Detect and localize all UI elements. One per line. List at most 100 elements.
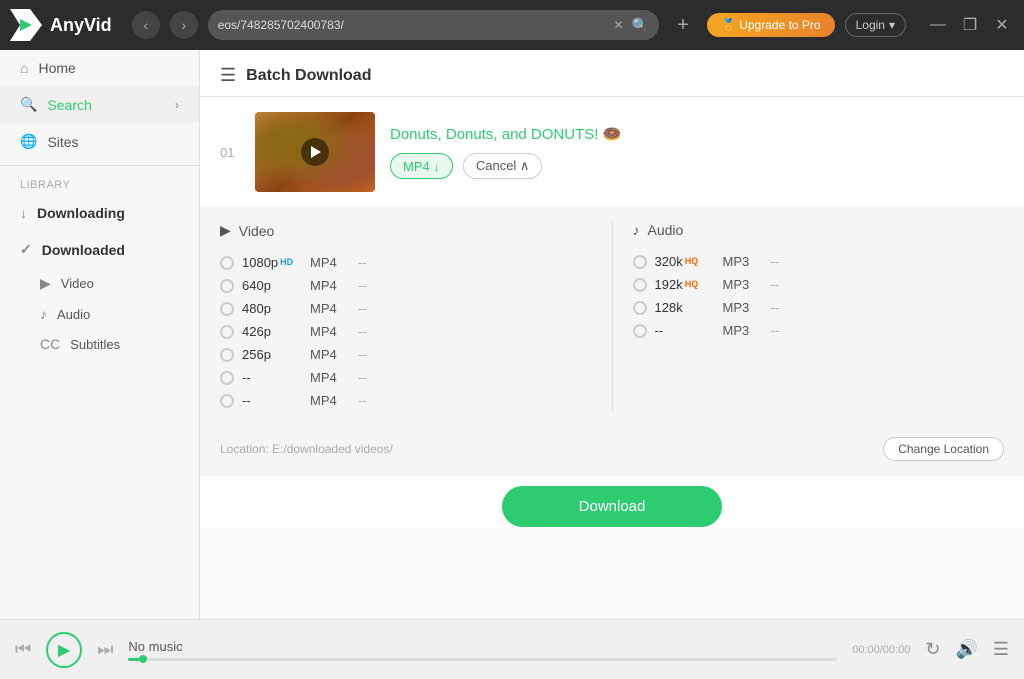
close-button[interactable]: ✕ xyxy=(990,13,1014,37)
audio-option-192k[interactable]: 192kHQ MP3 -- xyxy=(633,273,1005,296)
search-arrow-icon: › xyxy=(175,98,179,112)
sidebar-downloading-label: Downloading xyxy=(37,205,125,221)
radio-192k[interactable] xyxy=(633,278,647,292)
add-tab-button[interactable]: + xyxy=(669,11,697,39)
sidebar-item-downloading[interactable]: ↓ Downloading xyxy=(0,195,199,231)
video-option-640p[interactable]: 640p MP4 -- xyxy=(220,274,592,297)
url-close-icon[interactable]: ✕ xyxy=(613,18,623,32)
video-title: Donuts, Donuts, and DONUTS! 🍩 xyxy=(390,125,1004,143)
sidebar-subtitles-label: Subtitles xyxy=(70,337,120,352)
radio-unknown2[interactable] xyxy=(220,394,234,408)
size-640p: -- xyxy=(358,278,367,293)
format-buttons: MP4 ↓ Cancel ∧ xyxy=(390,153,1004,179)
mp4-format-button[interactable]: MP4 ↓ xyxy=(390,153,453,179)
window-controls: — ❐ ✕ xyxy=(926,13,1014,37)
quality-256p: 256p xyxy=(242,347,302,362)
size-426p: -- xyxy=(358,324,367,339)
video-option-unknown2[interactable]: -- MP4 -- xyxy=(220,389,592,412)
quality-320k: 320kHQ xyxy=(655,254,715,269)
player-time: 00:00/00:00 xyxy=(852,644,910,656)
player-title: No music xyxy=(128,639,837,654)
video-option-426p[interactable]: 426p MP4 -- xyxy=(220,320,592,343)
quality-128k: 128k xyxy=(655,300,715,315)
chevron-down-icon: ▾ xyxy=(889,18,895,32)
audio-option-320k[interactable]: 320kHQ MP3 -- xyxy=(633,250,1005,273)
video-option-480p[interactable]: 480p MP4 -- xyxy=(220,297,592,320)
player-play-button[interactable]: ▶ xyxy=(46,632,82,668)
sidebar-item-subtitles[interactable]: CC Subtitles xyxy=(0,329,199,359)
video-option-1080p[interactable]: 1080pHD MP4 -- xyxy=(220,251,592,274)
video-option-unknown1[interactable]: -- MP4 -- xyxy=(220,366,592,389)
size-480p: -- xyxy=(358,301,367,316)
player-prev-button[interactable]: ⏮ xyxy=(15,639,31,660)
nav-back-button[interactable]: ‹ xyxy=(132,11,160,39)
radio-320k[interactable] xyxy=(633,255,647,269)
format-mp4-426p: MP4 xyxy=(310,324,350,339)
radio-256p[interactable] xyxy=(220,348,234,362)
item-number: 01 xyxy=(220,145,240,160)
audio-col-label: Audio xyxy=(648,222,684,238)
sidebar-item-home[interactable]: ⌂ Home xyxy=(0,50,199,86)
sidebar-item-downloaded[interactable]: ✓ Downloaded xyxy=(0,231,199,268)
radio-audio-unknown[interactable] xyxy=(633,324,647,338)
url-search-icon: 🔍 xyxy=(632,17,649,34)
location-row: Location: E:/downloaded videos/ Change L… xyxy=(220,427,1004,461)
radio-1080p[interactable] xyxy=(220,256,234,270)
minimize-button[interactable]: — xyxy=(926,13,950,37)
download-button[interactable]: Download xyxy=(502,486,722,527)
audio-option-128k[interactable]: 128k MP3 -- xyxy=(633,296,1005,319)
sidebar-video-label: Video xyxy=(61,276,94,291)
sidebar-divider xyxy=(0,165,199,166)
player-repeat-button[interactable]: ↻ xyxy=(925,639,940,660)
format-mp4-unknown2: MP4 xyxy=(310,393,350,408)
player-volume-button[interactable]: 🔊 xyxy=(955,639,977,660)
audio-format-col: ♪ Audio 320kHQ MP3 -- 192k xyxy=(633,222,1005,412)
format-mp3-128k: MP3 xyxy=(723,300,763,315)
format-mp3-unknown: MP3 xyxy=(723,323,763,338)
nav-forward-button[interactable]: › xyxy=(170,11,198,39)
video-option-256p[interactable]: 256p MP4 -- xyxy=(220,343,592,366)
player-progress-dot xyxy=(139,655,147,663)
maximize-button[interactable]: ❐ xyxy=(958,13,982,37)
sidebar-item-sites[interactable]: 🌐 Sites xyxy=(0,123,199,160)
quality-unknown1: -- xyxy=(242,370,302,385)
radio-640p[interactable] xyxy=(220,279,234,293)
library-label: Library xyxy=(0,171,199,195)
size-unknown1: -- xyxy=(358,370,367,385)
sidebar-downloaded-label: Downloaded xyxy=(42,242,125,258)
cancel-button[interactable]: Cancel ∧ xyxy=(463,153,543,179)
format-mp4-480p: MP4 xyxy=(310,301,350,316)
player-next-button[interactable]: ⏭ xyxy=(97,639,113,660)
size-unknown2: -- xyxy=(358,393,367,408)
play-icon: ▶ xyxy=(58,640,70,660)
app-logo: AnyVid xyxy=(10,9,112,41)
size-256p: -- xyxy=(358,347,367,362)
change-location-button[interactable]: Change Location xyxy=(883,437,1004,461)
radio-426p[interactable] xyxy=(220,325,234,339)
login-button[interactable]: Login ▾ xyxy=(845,13,906,37)
player-playlist-button[interactable]: ☰ xyxy=(993,639,1009,660)
upgrade-button[interactable]: 🏅 Upgrade to Pro xyxy=(707,13,835,37)
scroll-area[interactable]: 01 Donuts, Donuts, and DONUTS! 🍩 MP4 ↓ xyxy=(200,97,1024,619)
radio-480p[interactable] xyxy=(220,302,234,316)
quality-426p: 426p xyxy=(242,324,302,339)
location-text: Location: E:/downloaded videos/ xyxy=(220,442,393,456)
play-preview-button[interactable] xyxy=(301,138,329,166)
player-progress-bar[interactable] xyxy=(128,658,837,661)
size-1080p: -- xyxy=(358,255,367,270)
player-controls-right: ↻ 🔊 ☰ xyxy=(925,639,1009,660)
format-columns: ▶ Video 1080pHD MP4 -- 64 xyxy=(220,222,1004,412)
sidebar-item-search[interactable]: 🔍 Search › xyxy=(0,86,199,123)
radio-128k[interactable] xyxy=(633,301,647,315)
sidebar-item-video[interactable]: ▶ Video xyxy=(0,268,199,299)
url-bar[interactable]: eos/748285702400783/ ✕ 🔍 xyxy=(208,10,659,40)
radio-unknown1[interactable] xyxy=(220,371,234,385)
app-name: AnyVid xyxy=(50,15,112,36)
downloading-icon: ↓ xyxy=(20,205,27,221)
sidebar-search-label: Search xyxy=(47,97,91,113)
video-info: Donuts, Donuts, and DONUTS! 🍩 MP4 ↓ Canc… xyxy=(390,125,1004,179)
play-triangle-icon xyxy=(311,146,321,158)
video-item: 01 Donuts, Donuts, and DONUTS! 🍩 MP4 ↓ xyxy=(200,97,1024,527)
sidebar-item-audio[interactable]: ♪ Audio xyxy=(0,299,199,329)
audio-option-unknown[interactable]: -- MP3 -- xyxy=(633,319,1005,342)
